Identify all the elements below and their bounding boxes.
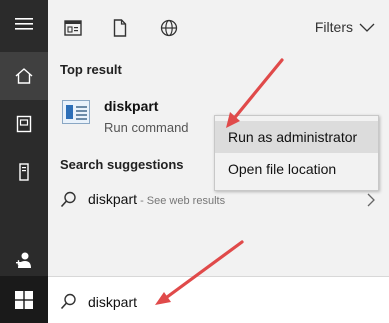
tower-icon xyxy=(19,163,29,181)
result-name: diskpart xyxy=(104,98,159,114)
search-box[interactable]: diskpart xyxy=(48,276,389,323)
menu-button[interactable] xyxy=(0,0,48,48)
documents-icon xyxy=(16,115,32,133)
apps-filter-button[interactable] xyxy=(61,16,85,40)
search-icon xyxy=(60,293,76,310)
documents-filter-button[interactable] xyxy=(108,16,132,40)
open-file-location-item[interactable]: Open file location xyxy=(215,153,378,185)
result-type: Run command xyxy=(104,120,189,135)
globe-icon xyxy=(160,19,178,37)
suggestion-query: diskpart xyxy=(88,191,138,207)
home-button[interactable] xyxy=(0,52,48,100)
search-input[interactable]: diskpart xyxy=(88,294,137,310)
left-rail xyxy=(0,0,48,323)
top-result-heading: Top result xyxy=(60,62,122,77)
hamburger-icon xyxy=(15,18,33,30)
documents-button[interactable] xyxy=(0,100,48,148)
home-icon xyxy=(15,68,33,84)
chevron-down-icon xyxy=(359,23,375,32)
apps-icon xyxy=(64,20,82,36)
start-button[interactable] xyxy=(0,276,48,323)
chevron-right-icon[interactable] xyxy=(367,193,375,207)
user-icon xyxy=(16,252,31,268)
suggestion-subtext: - See web results xyxy=(137,195,226,207)
web-filter-button[interactable] xyxy=(157,16,181,40)
filters-dropdown[interactable]: Filters xyxy=(315,19,375,35)
windows-logo-icon xyxy=(15,290,33,309)
diskpart-app-icon xyxy=(62,100,90,124)
filters-label: Filters xyxy=(314,19,353,35)
devices-button[interactable] xyxy=(0,148,48,196)
run-as-administrator-item[interactable]: Run as administrator xyxy=(215,121,378,153)
context-menu: Run as administrator Open file location xyxy=(214,115,379,191)
search-suggestions-heading: Search suggestions xyxy=(60,157,184,172)
filter-toolbar: Filters xyxy=(48,0,389,56)
document-icon xyxy=(113,19,127,37)
suggestion-text: diskpart - See web results xyxy=(88,191,225,207)
search-icon xyxy=(60,191,76,208)
